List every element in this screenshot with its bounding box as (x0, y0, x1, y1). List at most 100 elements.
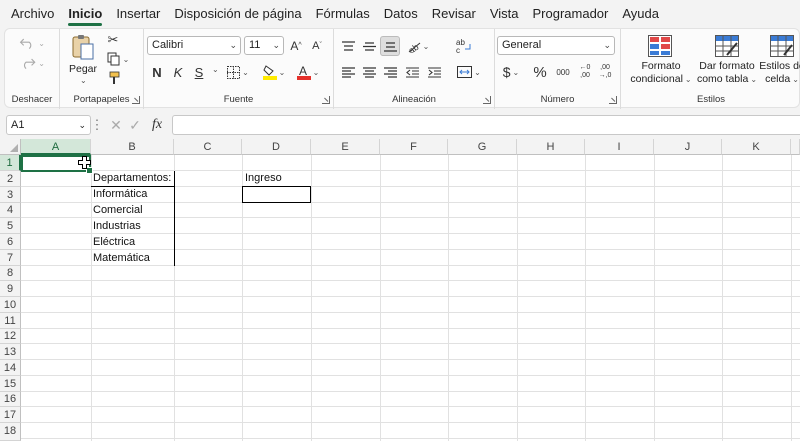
row-header-3[interactable]: 3 (0, 187, 21, 203)
row-header-6[interactable]: 6 (0, 234, 21, 250)
tab-datos[interactable]: Datos (377, 0, 425, 28)
tab-revisar[interactable]: Revisar (425, 0, 483, 28)
column-header-j[interactable]: J (654, 139, 722, 155)
font-name-select[interactable]: Calibri ⌄ (147, 36, 241, 55)
align-center-icon[interactable] (360, 63, 378, 81)
cell-b4[interactable]: Comercial (93, 203, 143, 218)
cell-b2[interactable]: Departamentos: (93, 171, 171, 186)
font-size-select[interactable]: 11 ⌄ (244, 36, 284, 55)
align-right-icon[interactable] (381, 63, 399, 81)
column-header-b[interactable]: B (91, 139, 174, 155)
cell-b7[interactable]: Matemática (93, 251, 150, 266)
undo-icon[interactable]: ⌄ (19, 33, 45, 53)
font-color-icon[interactable]: A ⌄ (294, 63, 322, 81)
align-bottom-icon[interactable] (380, 36, 400, 56)
row-header-17[interactable]: 17 (0, 407, 21, 423)
select-all-button[interactable] (0, 139, 21, 155)
font-launcher-icon[interactable] (322, 96, 330, 104)
underline-caret-icon[interactable]: ⌄ (212, 65, 219, 74)
align-middle-icon[interactable] (360, 37, 378, 55)
decrease-decimal-icon[interactable]: ,00 →,0 (596, 62, 614, 82)
row-header-11[interactable]: 11 (0, 313, 21, 329)
percent-button[interactable]: % (531, 63, 549, 81)
row-header-18[interactable]: 18 (0, 423, 21, 441)
insert-function-button[interactable]: fx (147, 116, 167, 134)
column-header-e[interactable]: E (311, 139, 380, 155)
increase-decimal-icon[interactable]: ←0,00 (576, 62, 594, 82)
number-launcher-icon[interactable] (609, 96, 617, 104)
column-header-g[interactable]: G (448, 139, 517, 155)
tab-programador[interactable]: Programador (526, 0, 616, 28)
align-top-icon[interactable] (339, 37, 357, 55)
row-header-16[interactable]: 16 (0, 392, 21, 407)
thousands-button[interactable]: 000 (553, 63, 573, 81)
number-format-select[interactable]: General ⌄ (497, 36, 615, 55)
cell-b6[interactable]: Eléctrica (93, 235, 135, 250)
paste-caret-icon[interactable]: ⌄ (80, 76, 87, 85)
column-header-a[interactable]: A (21, 139, 91, 155)
clipboard-launcher-icon[interactable] (132, 96, 140, 104)
conditional-format-button[interactable]: Formato condicional ⌄ (625, 60, 697, 86)
row-header-14[interactable]: 14 (0, 360, 21, 376)
merge-center-icon[interactable]: ⌄ (454, 63, 484, 81)
column-header-k[interactable]: K (722, 139, 791, 155)
redo-icon[interactable]: ⌄ (19, 53, 45, 73)
cell-d3[interactable] (242, 186, 311, 203)
decrease-indent-icon[interactable] (403, 63, 421, 81)
column-header-f[interactable]: F (380, 139, 448, 155)
column-header-l[interactable] (791, 139, 800, 155)
cell-styles-button[interactable]: Estilos de celda⌄ (759, 60, 800, 86)
italic-button[interactable]: K (170, 63, 186, 81)
enter-icon[interactable]: ✓ (127, 116, 143, 134)
conditional-format-icon[interactable] (647, 34, 673, 58)
orientation-icon[interactable]: ab ⌄ (404, 37, 432, 55)
tab-insertar[interactable]: Insertar (109, 0, 167, 28)
borders-icon[interactable]: ⌄ (226, 63, 250, 81)
row-header-1[interactable]: 1 (0, 155, 21, 171)
format-as-table-icon[interactable] (714, 34, 740, 58)
paste-button[interactable]: Pegar (64, 63, 102, 76)
tab-vista[interactable]: Vista (483, 0, 526, 28)
paste-icon[interactable] (68, 33, 98, 61)
row-header-13[interactable]: 13 (0, 344, 21, 360)
column-header-d[interactable]: D (242, 139, 311, 155)
decrease-font-icon[interactable]: Aˇ (308, 36, 326, 55)
name-box-caret-icon[interactable]: ⌄ (78, 116, 86, 134)
cell-b5[interactable]: Industrias (93, 219, 141, 234)
tab-ayuda[interactable]: Ayuda (615, 0, 666, 28)
align-left-icon[interactable] (339, 63, 357, 81)
cell-styles-icon[interactable] (769, 34, 795, 58)
tab-disposicion-de-pagina[interactable]: Disposición de página (167, 0, 308, 28)
row-header-12[interactable]: 12 (0, 329, 21, 344)
wrap-text-icon[interactable]: ab c (454, 35, 474, 57)
column-header-c[interactable]: C (174, 139, 242, 155)
row-header-8[interactable]: 8 (0, 266, 21, 281)
row-header-4[interactable]: 4 (0, 203, 21, 218)
worksheet-grid[interactable]: A B C D E F G H I J K 1 2 3 4 5 6 7 8 9 … (0, 139, 800, 441)
underline-button[interactable]: S (191, 63, 207, 81)
increase-indent-icon[interactable] (425, 63, 443, 81)
alignment-launcher-icon[interactable] (483, 96, 491, 104)
row-header-9[interactable]: 9 (0, 281, 21, 297)
currency-button[interactable]: $ ⌄ (499, 63, 523, 81)
cut-icon[interactable]: ✂ (106, 32, 120, 48)
row-header-5[interactable]: 5 (0, 218, 21, 234)
copy-icon[interactable]: ⌄ (106, 51, 130, 67)
format-as-table-button[interactable]: Dar formato como tabla ⌄ (694, 60, 760, 86)
column-header-h[interactable]: H (517, 139, 585, 155)
cell-b3[interactable]: Informática (93, 187, 147, 202)
tab-inicio[interactable]: Inicio (61, 0, 109, 28)
formula-input[interactable] (172, 115, 800, 135)
column-header-i[interactable]: I (585, 139, 654, 155)
row-header-15[interactable]: 15 (0, 376, 21, 392)
increase-font-icon[interactable]: A ^ (287, 36, 305, 55)
bold-button[interactable]: N (149, 63, 165, 81)
tab-archivo[interactable]: Archivo (4, 0, 61, 28)
name-box[interactable]: A1 ⌄ (6, 115, 91, 135)
cancel-icon[interactable]: ✕ (108, 116, 124, 134)
row-header-7[interactable]: 7 (0, 250, 21, 266)
tab-formulas[interactable]: Fórmulas (309, 0, 377, 28)
cell-d2[interactable]: Ingreso (245, 171, 282, 186)
fill-color-icon[interactable]: ⌄ (260, 63, 288, 81)
row-header-2[interactable]: 2 (0, 171, 21, 187)
